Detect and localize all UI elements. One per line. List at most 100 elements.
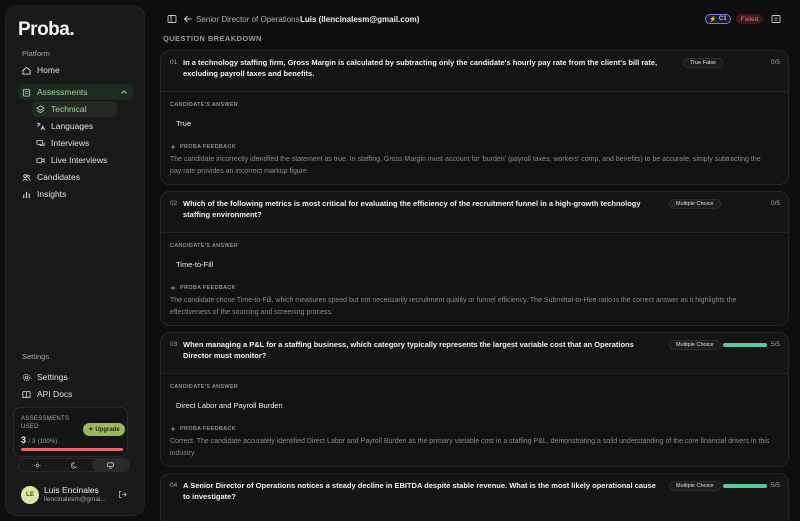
status-badge: Failed xyxy=(736,14,763,24)
sidebar: Proba. Platform Home Assessments Technic… xyxy=(5,5,145,516)
sidebar-item-home[interactable]: Home xyxy=(18,62,133,78)
sidebar-item-label: Insights xyxy=(37,189,67,199)
question-body: CANDIDATE'S ANSWER Time-to-Fill PROBA FE… xyxy=(161,232,788,325)
sidebar-item-label: Live Interviews xyxy=(51,155,108,165)
breadcrumb-role[interactable]: Senior Director of Operations xyxy=(196,15,300,24)
sidebar-item-insights[interactable]: Insights xyxy=(18,186,133,202)
sidebar-item-assessments[interactable]: Assessments xyxy=(18,84,133,100)
question-number: 02 xyxy=(170,200,178,207)
sidebar-item-label: Languages xyxy=(51,121,94,131)
theme-system-option[interactable] xyxy=(92,459,130,471)
sidebar-item-label: Assessments xyxy=(37,87,88,97)
question-score: 5/5 xyxy=(770,341,780,348)
avatar: LE xyxy=(21,486,39,504)
chat-icon xyxy=(36,139,45,148)
question-body: CANDIDATE'S ANSWER True PROBA FEEDBACK T… xyxy=(161,91,788,184)
sidebar-item-label: Technical xyxy=(51,104,87,114)
clipboard-icon xyxy=(22,88,31,97)
sidebar-item-settings[interactable]: Settings xyxy=(18,369,133,385)
sidebar-item-label: API Docs xyxy=(37,389,73,399)
question-number: 04 xyxy=(170,482,178,489)
sparkle-icon xyxy=(170,144,176,150)
feedback-label: PROBA FEEDBACK xyxy=(170,144,236,150)
question-number: 03 xyxy=(170,341,178,348)
question-type-badge: Multiple Choice xyxy=(669,199,721,209)
user-name: Luis Encinales xyxy=(44,485,99,495)
sparkle-icon xyxy=(170,426,176,432)
users-icon xyxy=(22,173,31,182)
sidebar-item-live-interviews[interactable]: Live Interviews xyxy=(32,152,117,168)
question-header[interactable]: 01 In a technology staffing firm, Gross … xyxy=(161,51,788,91)
logout-icon[interactable] xyxy=(118,490,127,499)
user-profile[interactable]: LE Luis Encinales llencinalesm@gmai... xyxy=(21,483,131,507)
answer-label: CANDIDATE'S ANSWER xyxy=(170,102,239,108)
question-type-badge: Multiple Choice xyxy=(669,481,721,491)
answer-label: CANDIDATE'S ANSWER xyxy=(170,243,239,249)
feedback-label: PROBA FEEDBACK xyxy=(170,426,236,432)
video-icon xyxy=(36,156,45,165)
sidebar-item-label: Home xyxy=(37,65,60,75)
theme-light-option[interactable] xyxy=(19,459,56,471)
question-text: A Senior Director of Operations notices … xyxy=(183,481,656,501)
sparkle-icon xyxy=(170,285,176,291)
page-header: Senior Director of Operations Luis (llen… xyxy=(160,10,790,30)
app-logo[interactable]: Proba. xyxy=(18,19,75,41)
question-type-badge: True False xyxy=(683,58,724,68)
upgrade-button[interactable]: ✦ Upgrade xyxy=(83,423,125,436)
sidebar-item-label: Interviews xyxy=(51,138,90,148)
sidebar-item-interviews[interactable]: Interviews xyxy=(32,135,117,151)
theme-dark-option[interactable] xyxy=(56,459,93,471)
sidebar-item-label: Settings xyxy=(37,372,68,382)
level-icon: ⚡ xyxy=(709,16,717,23)
score-progress-bar xyxy=(723,343,767,347)
question-header[interactable]: 03 When managing a P&L for a staffing bu… xyxy=(161,333,788,373)
sidebar-item-api-docs[interactable]: API Docs xyxy=(18,386,133,402)
sidebar-toggle-icon[interactable] xyxy=(167,14,177,24)
candidate-answer: Time-to-Fill xyxy=(176,260,214,269)
candidate-answer: True xyxy=(176,119,192,128)
chevron-up-icon xyxy=(121,90,127,94)
book-icon xyxy=(22,390,31,399)
question-card: 04 A Senior Director of Operations notic… xyxy=(160,473,789,521)
question-card: 03 When managing a P&L for a staffing bu… xyxy=(160,332,789,467)
theme-switch xyxy=(18,458,130,472)
sidebar-item-technical[interactable]: Technical xyxy=(32,101,117,117)
question-number: 01 xyxy=(170,59,178,66)
monitor-icon xyxy=(107,462,114,468)
panel-toggle-icon[interactable] xyxy=(771,14,781,24)
usage-card: ASSESSMENTS USED 3 / 3 (100%) ✦ Upgrade xyxy=(13,407,128,457)
question-body: CANDIDATE'S ANSWER Direct Labor and Payr… xyxy=(161,373,788,466)
usage-label: ASSESSMENTS USED xyxy=(21,416,70,430)
question-text: Which of the following metrics is most c… xyxy=(183,199,641,219)
sidebar-item-languages[interactable]: Languages xyxy=(32,118,117,134)
sidebar-item-label: Candidates xyxy=(37,172,81,182)
feedback-text: The candidate incorrectly identified the… xyxy=(170,156,761,175)
answer-label: CANDIDATE'S ANSWER xyxy=(170,384,239,390)
usage-progress-bar xyxy=(21,448,123,451)
question-header[interactable]: 02 Which of the following metrics is mos… xyxy=(161,192,788,232)
bar-chart-icon xyxy=(22,190,31,199)
platform-section-label: Platform xyxy=(22,49,50,58)
back-arrow-icon[interactable] xyxy=(183,14,193,24)
settings-section-label: Settings xyxy=(22,352,50,361)
moon-icon xyxy=(70,462,77,468)
question-card: 01 In a technology staffing firm, Gross … xyxy=(160,50,789,185)
usage-progress-fill xyxy=(21,448,123,451)
candidate-answer: Direct Labor and Payroll Burden xyxy=(176,401,283,410)
home-icon xyxy=(22,66,31,75)
feedback-text: The candidate chose Time-to-Fill, which … xyxy=(170,297,737,316)
layers-icon xyxy=(36,104,45,114)
feedback-text: Correct. The candidate accurately identi… xyxy=(170,438,770,457)
score-progress-fill xyxy=(723,484,767,488)
question-score: 5/5 xyxy=(770,482,780,489)
score-progress-bar xyxy=(723,484,767,488)
sidebar-item-candidates[interactable]: Candidates xyxy=(18,169,133,185)
sparkle-icon: ✦ xyxy=(88,427,94,433)
score-progress-fill xyxy=(723,343,767,347)
question-score: 0/5 xyxy=(770,200,780,207)
sun-icon xyxy=(34,461,41,469)
question-header[interactable]: 04 A Senior Director of Operations notic… xyxy=(161,474,788,514)
translate-icon xyxy=(36,122,45,131)
gear-icon xyxy=(22,373,31,382)
section-title: QUESTION BREAKDOWN xyxy=(163,34,262,43)
